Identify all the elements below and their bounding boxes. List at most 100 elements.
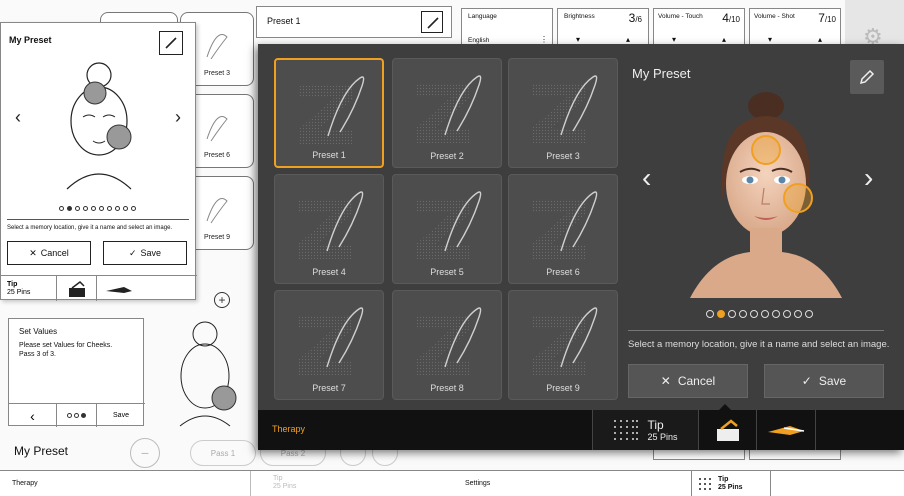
grid-dots-icon — [614, 420, 639, 440]
pass-1-button[interactable]: Pass 1 — [190, 440, 256, 466]
minus-icon[interactable]: − — [130, 438, 160, 468]
pager-dot[interactable] — [750, 310, 758, 318]
preset-logo-icon — [415, 307, 482, 375]
save-button[interactable]: ✓ Save — [764, 364, 884, 398]
dialog-footer: Therapy Tip 25 Pins — [258, 410, 904, 450]
mini-cancel-label: Cancel — [40, 248, 69, 258]
pager-dot[interactable] — [805, 310, 813, 318]
edit-name-button[interactable] — [850, 60, 884, 94]
preset-logo-icon — [531, 191, 598, 259]
footer-tip[interactable]: Tip 25 Pins — [250, 471, 320, 496]
increase-icon[interactable]: ▴ — [818, 35, 822, 44]
preset-tile-label: Preset 8 — [430, 383, 464, 393]
pager-dot[interactable] — [99, 206, 104, 211]
more-vertical-icon[interactable]: ⋮ — [540, 35, 548, 44]
handpiece-icon[interactable] — [97, 276, 141, 301]
preset-logo-icon — [415, 75, 482, 143]
preset-logo-icon — [206, 198, 228, 224]
footer-tip-button[interactable]: Tip 25 Pins — [592, 410, 698, 450]
setting-language[interactable]: Language English ⋮ — [461, 8, 553, 48]
applicator-tip-button[interactable] — [698, 410, 756, 450]
pager-dot[interactable] — [706, 310, 714, 318]
close-icon: ✕ — [29, 247, 37, 258]
increase-icon[interactable]: ▴ — [722, 35, 726, 44]
applicator-tip-icon[interactable] — [57, 276, 97, 301]
setting-value: 7 — [818, 11, 825, 25]
preset-tile[interactable]: Preset 7 — [274, 290, 384, 400]
plus-icon[interactable]: + — [214, 292, 230, 308]
footer-tip-pins: 25 Pins — [718, 484, 743, 491]
chevron-left-icon[interactable]: ‹ — [15, 107, 21, 128]
preset-tile-label: Preset 7 — [312, 383, 346, 393]
pager-dot[interactable] — [131, 206, 136, 211]
pager-dot[interactable] — [59, 206, 64, 211]
setting-label: Volume - Touch — [658, 13, 703, 20]
footer-settings-label[interactable]: Settings — [465, 480, 490, 487]
chevron-left-icon[interactable]: ‹ — [9, 404, 57, 427]
footer-tip[interactable]: Tip 25 Pins — [691, 471, 771, 496]
edit-pencil-icon[interactable] — [159, 31, 183, 55]
edit-pencil-icon — [859, 69, 875, 85]
pager-dot[interactable] — [83, 206, 88, 211]
mini-tip[interactable]: Tip 25 Pins — [1, 276, 57, 301]
footer-tip-pins: 25 Pins — [273, 483, 297, 491]
setting-max: /10 — [728, 15, 740, 24]
preset-header: Preset 1 — [256, 6, 452, 38]
setting-value: English — [468, 37, 490, 44]
edit-pencil-icon[interactable] — [421, 11, 443, 33]
decrease-icon[interactable]: ▾ — [576, 35, 580, 44]
chevron-right-icon[interactable]: › — [864, 164, 873, 192]
preset-tile-label: Preset 2 — [430, 151, 464, 161]
pager-dot[interactable] — [123, 206, 128, 211]
handpiece-button[interactable] — [756, 410, 816, 450]
setting-label: Volume - Shot — [754, 13, 795, 20]
pager-dot[interactable] — [91, 206, 96, 211]
footer-therapy-tab[interactable]: Therapy — [272, 424, 305, 434]
pager-dot[interactable] — [783, 310, 791, 318]
preset-logo-icon — [206, 34, 228, 60]
preset-tile[interactable]: Preset 1 — [274, 58, 384, 168]
decrease-icon[interactable]: ▾ — [768, 35, 772, 44]
pager-dot[interactable] — [761, 310, 769, 318]
pager-dot[interactable] — [739, 310, 747, 318]
preset-tile[interactable]: Preset 2 — [392, 58, 502, 168]
preset-tile-label: Preset 3 — [546, 151, 580, 161]
image-pager-dots[interactable] — [59, 206, 136, 211]
tip-text: Tip 25 Pins — [647, 418, 677, 442]
chevron-left-icon[interactable]: ‹ — [642, 164, 651, 192]
setting-brightness[interactable]: Brightness 3/6 ▾ ▴ — [557, 8, 649, 48]
face-outline-illustration — [179, 321, 237, 427]
mini-cancel-button[interactable]: ✕ Cancel — [7, 241, 91, 265]
increase-icon[interactable]: ▴ — [626, 35, 630, 44]
footer-therapy-label[interactable]: Therapy — [12, 480, 38, 487]
cancel-button[interactable]: ✕ Cancel — [628, 364, 748, 398]
pager-dot[interactable] — [115, 206, 120, 211]
mini-save-button[interactable]: ✓ Save — [103, 241, 187, 265]
setting-max: /10 — [824, 15, 836, 24]
pager-dot[interactable] — [728, 310, 736, 318]
image-pager-dots[interactable] — [706, 310, 813, 318]
preset-logo-icon — [206, 116, 228, 142]
decrease-icon[interactable]: ▾ — [672, 35, 676, 44]
preset-tile[interactable]: Preset 8 — [392, 290, 502, 400]
setting-volume-touch[interactable]: Volume - Touch 4/10 ▾ ▴ — [653, 8, 745, 48]
pager-dot[interactable] — [107, 206, 112, 211]
chevron-right-icon[interactable]: › — [175, 107, 181, 128]
divider — [628, 330, 884, 331]
pager-dot[interactable] — [794, 310, 802, 318]
preset-tile[interactable]: Preset 5 — [392, 174, 502, 284]
preset-tile[interactable]: Preset 3 — [508, 58, 618, 168]
pager-dot[interactable] — [717, 310, 725, 318]
pager-dot[interactable] — [67, 206, 72, 211]
dialog-title: My Preset — [632, 66, 691, 81]
preset-tile[interactable]: Preset 9 — [508, 290, 618, 400]
pager-dot[interactable] — [75, 206, 80, 211]
pager-dot[interactable] — [772, 310, 780, 318]
set-values-save-button[interactable]: Save — [97, 404, 145, 427]
preset-tile[interactable]: Preset 6 — [508, 174, 618, 284]
check-icon: ✓ — [128, 247, 137, 258]
preset-logo-icon — [298, 76, 365, 144]
mini-preset-dialog: My Preset ‹ › Select a memory location, … — [0, 22, 197, 301]
preset-tile[interactable]: Preset 4 — [274, 174, 384, 284]
setting-volume-shot[interactable]: Volume - Shot 7/10 ▾ ▴ — [749, 8, 841, 48]
